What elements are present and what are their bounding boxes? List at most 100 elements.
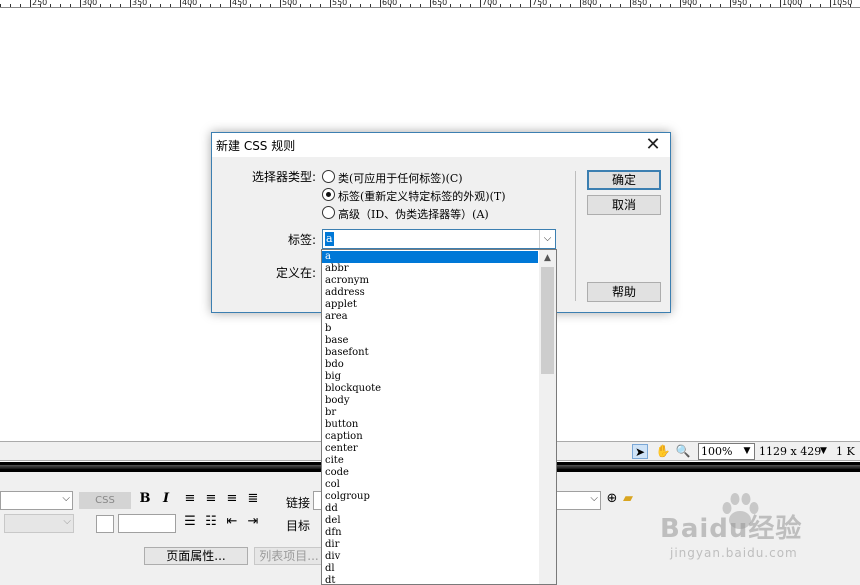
hand-tool-icon[interactable]: ✋ xyxy=(655,444,671,459)
align-right-icon[interactable]: ≡ xyxy=(224,491,240,507)
tag-list-item[interactable]: base xyxy=(322,335,538,347)
window-size-text[interactable]: 1129 x 429 xyxy=(759,445,821,458)
ruler-tick xyxy=(220,4,221,7)
ruler-tick xyxy=(740,4,741,7)
tag-list-item[interactable]: col xyxy=(322,479,538,491)
tag-list-item[interactable]: cite xyxy=(322,455,538,467)
tag-list-item[interactable]: basefont xyxy=(322,347,538,359)
color-swatch[interactable] xyxy=(96,515,114,533)
cancel-button[interactable]: 取消 xyxy=(587,195,661,215)
tag-list-item[interactable]: dd xyxy=(322,503,538,515)
tag-list-item[interactable]: blockquote xyxy=(322,383,538,395)
ruler-tick xyxy=(500,4,501,7)
tag-list-item[interactable]: a xyxy=(322,251,538,263)
tag-list-item[interactable]: b xyxy=(322,323,538,335)
list-item-button[interactable]: 列表项目... xyxy=(254,547,324,565)
help-button[interactable]: 帮助 xyxy=(587,282,661,302)
tag-list-item[interactable]: caption xyxy=(322,431,538,443)
ruler-tick xyxy=(460,4,461,7)
radio-button[interactable] xyxy=(322,206,335,219)
bold-icon[interactable]: B xyxy=(137,491,153,507)
ruler-tick xyxy=(580,0,581,7)
align-center-icon[interactable]: ≡ xyxy=(203,491,219,507)
close-icon[interactable]: ✕ xyxy=(642,134,664,156)
tag-list-item[interactable]: dt xyxy=(322,575,538,584)
ruler-tick xyxy=(600,4,601,7)
scroll-up-icon[interactable]: ▲ xyxy=(539,250,556,267)
point-to-file-icon[interactable]: ⊕ xyxy=(604,491,620,507)
color-input[interactable] xyxy=(118,514,176,533)
tag-list-item[interactable]: del xyxy=(322,515,538,527)
ruler-tick xyxy=(820,4,821,7)
tag-list-item[interactable]: applet xyxy=(322,299,538,311)
chevron-down-icon: ⌵ xyxy=(63,516,71,527)
italic-icon[interactable]: I xyxy=(158,491,174,507)
ruler-tick xyxy=(770,4,771,7)
tag-list-item[interactable]: div xyxy=(322,551,538,563)
align-left-icon[interactable]: ≡ xyxy=(182,491,198,507)
radio-button[interactable] xyxy=(322,170,335,183)
tag-list-item[interactable]: dl xyxy=(322,563,538,575)
dialog-titlebar[interactable]: 新建 CSS 规则 ✕ xyxy=(212,133,670,157)
ruler-tick xyxy=(130,0,131,7)
ruler-tick xyxy=(20,4,21,7)
tag-list-item[interactable]: abbr xyxy=(322,263,538,275)
ruler-tick xyxy=(440,4,441,7)
ruler-tick xyxy=(380,0,381,7)
scrollbar[interactable]: ▲ xyxy=(539,250,556,584)
ruler-tick xyxy=(50,4,51,7)
tag-list-item[interactable]: center xyxy=(322,443,538,455)
ruler-tick xyxy=(190,4,191,7)
radio-advanced[interactable]: 高级（ID、伪类选择器等）(A) xyxy=(322,205,562,221)
window-size-chevron-icon[interactable]: ▼ xyxy=(820,446,827,456)
ruler-tick xyxy=(340,4,341,7)
watermark-url: jingyan.baidu.com xyxy=(670,546,798,560)
tag-list-item[interactable]: dfn xyxy=(322,527,538,539)
radio-class[interactable]: 类(可应用于任何标签)(C) xyxy=(322,169,562,185)
link-target-select[interactable]: ⌵ xyxy=(555,491,601,510)
ordered-list-icon[interactable]: ☷ xyxy=(203,514,219,530)
tag-list-item[interactable]: big xyxy=(322,371,538,383)
format-select[interactable]: ⌵ xyxy=(0,491,73,510)
tag-list-item[interactable]: button xyxy=(322,419,538,431)
justify-icon[interactable]: ≣ xyxy=(245,491,261,507)
ruler-tick xyxy=(30,0,31,7)
ruler-tick xyxy=(100,4,101,7)
ruler-tick xyxy=(110,4,111,7)
radio-button-checked[interactable] xyxy=(322,188,335,201)
indent-icon[interactable]: ⇥ xyxy=(245,514,261,530)
tag-value[interactable]: a xyxy=(325,232,334,246)
tag-combobox[interactable]: a ⌵ xyxy=(322,229,556,249)
page-properties-button[interactable]: 页面属性... xyxy=(144,547,248,565)
zoom-select[interactable]: 100% ▼ xyxy=(698,443,755,460)
tag-list-item[interactable]: body xyxy=(322,395,538,407)
chevron-down-icon[interactable]: ⌵ xyxy=(539,230,555,248)
tag-list-item[interactable]: address xyxy=(322,287,538,299)
ruler-tick xyxy=(670,4,671,7)
tag-list-item[interactable]: code xyxy=(322,467,538,479)
tag-list-item[interactable]: acronym xyxy=(322,275,538,287)
tag-list-item[interactable]: area xyxy=(322,311,538,323)
folder-icon[interactable]: ▰ xyxy=(620,491,636,507)
tag-list-item[interactable]: colgroup xyxy=(322,491,538,503)
ok-button[interactable]: 确定 xyxy=(587,170,661,190)
ruler-tick xyxy=(350,4,351,7)
tag-list-item[interactable]: br xyxy=(322,407,538,419)
css-button[interactable]: CSS xyxy=(79,492,131,509)
ruler-tick xyxy=(520,4,521,7)
ruler-tick xyxy=(360,4,361,7)
ruler-tick xyxy=(310,4,311,7)
tag-list-item[interactable]: bdo xyxy=(322,359,538,371)
tag-dropdown-list[interactable]: a abbr acronym address applet area b base basefo… xyxy=(321,249,557,585)
radio-tag[interactable]: 标签(重新定义特定标签的外观)(T) xyxy=(322,187,562,203)
pointer-tool-icon[interactable]: ➤ xyxy=(632,444,648,459)
ruler-tick xyxy=(330,0,331,7)
ruler-tick xyxy=(120,4,121,7)
unordered-list-icon[interactable]: ☰ xyxy=(182,514,198,530)
outdent-icon[interactable]: ⇤ xyxy=(224,514,240,530)
scrollbar-thumb[interactable] xyxy=(541,267,554,374)
tag-list-item[interactable]: dir xyxy=(322,539,538,551)
font-select[interactable]: ⌵ xyxy=(4,514,74,533)
ruler-tick xyxy=(270,4,271,7)
zoom-tool-icon[interactable]: 🔍 xyxy=(675,444,691,459)
